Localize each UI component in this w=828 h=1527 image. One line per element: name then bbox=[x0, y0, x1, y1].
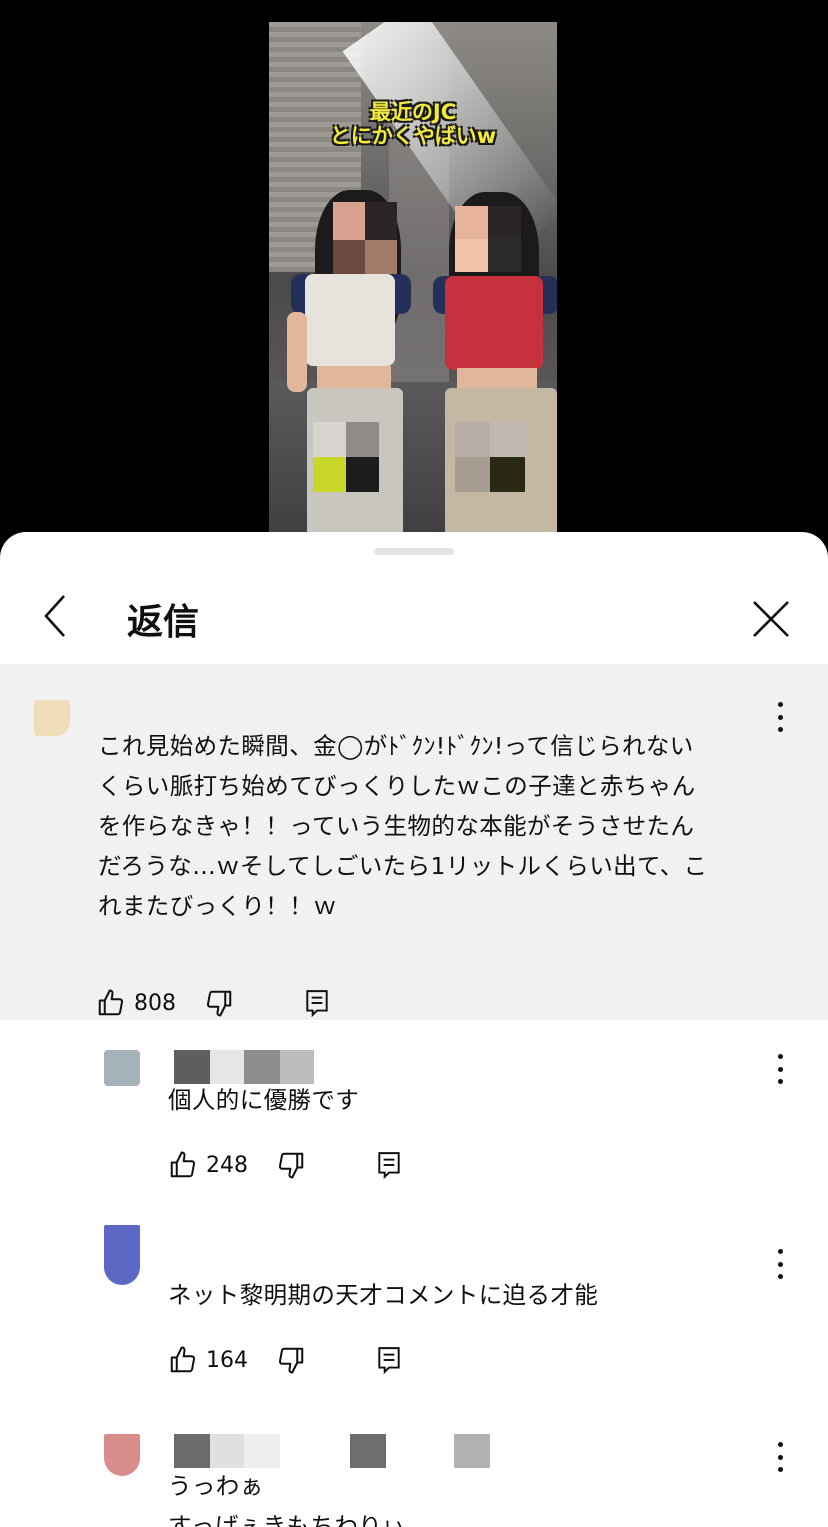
like-count: 808 bbox=[134, 990, 176, 1016]
reply-text-line: すっげぇきもちわりぃ bbox=[168, 1512, 407, 1527]
crotch-mosaic bbox=[313, 422, 379, 492]
reply-item: ネット黎明期の天才コメントに迫る才能 164 bbox=[0, 1215, 828, 1410]
video-frame[interactable]: 最近のJC とにかくやばいw bbox=[269, 22, 557, 560]
like-button[interactable]: 248 bbox=[168, 1150, 248, 1180]
thumbs-down-icon bbox=[278, 1347, 304, 1374]
video-player[interactable]: 最近のJC とにかくやばいw bbox=[0, 0, 828, 560]
comment-actions: 164 bbox=[168, 1343, 402, 1377]
avatar[interactable] bbox=[104, 1434, 140, 1476]
comment-line: だろうな…ｗそしてしごいたら1リットルくらい出て、こ bbox=[98, 852, 708, 880]
comment-actions: 808 bbox=[96, 986, 330, 1020]
back-button[interactable] bbox=[32, 592, 80, 640]
like-button[interactable]: 808 bbox=[96, 988, 176, 1018]
comment-text: これ見始めた瞬間、金◯がﾄﾞｸﾝ!ﾄﾞｸﾝ!って信じられない くらい脈打ち始めて… bbox=[98, 726, 708, 926]
comment-menu-button[interactable] bbox=[769, 1442, 791, 1472]
reply-text: うっわぁ すっげぇきもちわりぃ bbox=[168, 1466, 406, 1527]
thumbs-up-icon bbox=[170, 1346, 196, 1373]
thumbs-up-icon bbox=[170, 1151, 196, 1178]
reply-comment-icon bbox=[306, 990, 328, 1017]
like-button[interactable]: 164 bbox=[168, 1345, 248, 1375]
reply-button[interactable] bbox=[376, 1346, 402, 1374]
comment-line: れまたびっくり！！ｗ bbox=[98, 892, 337, 920]
face-mosaic bbox=[455, 206, 521, 272]
reply-item: 個人的に優勝です 248 bbox=[0, 1020, 828, 1215]
video-caption: 最近のJC とにかくやばいw bbox=[269, 100, 557, 148]
comment-line: くらい脈打ち始めてびっくりしたｗこの子達と赤ちゃん bbox=[98, 772, 696, 800]
parent-comment: これ見始めた瞬間、金◯がﾄﾞｸﾝ!ﾄﾞｸﾝ!って信じられない くらい脈打ち始めて… bbox=[0, 664, 828, 1020]
close-button[interactable] bbox=[744, 592, 798, 646]
reply-comment-icon bbox=[378, 1152, 400, 1179]
reply-button[interactable] bbox=[376, 1151, 402, 1179]
chevron-left-icon bbox=[44, 595, 65, 637]
video-person-left bbox=[283, 182, 413, 560]
sheet-header: 返信 bbox=[0, 566, 828, 665]
comment-menu-button[interactable] bbox=[769, 1249, 791, 1279]
thumbs-down-icon bbox=[278, 1152, 304, 1179]
thumbs-up-icon bbox=[98, 989, 124, 1016]
dislike-button[interactable] bbox=[276, 1345, 306, 1375]
dislike-button[interactable] bbox=[276, 1150, 306, 1180]
page-title: 返信 bbox=[127, 602, 200, 643]
close-icon bbox=[753, 601, 789, 637]
sheet-drag-handle[interactable] bbox=[374, 548, 454, 555]
reply-comment-icon bbox=[378, 1347, 400, 1374]
reply-text-line: うっわぁ bbox=[168, 1472, 264, 1500]
comment-menu-button[interactable] bbox=[769, 702, 791, 732]
comment-menu-button[interactable] bbox=[769, 1054, 791, 1084]
reply-button[interactable] bbox=[304, 989, 330, 1017]
thumbs-down-icon bbox=[206, 990, 232, 1017]
comment-actions: 248 bbox=[168, 1148, 402, 1182]
like-count: 248 bbox=[206, 1152, 248, 1178]
reply-item: うっわぁ すっげぇきもちわりぃ bbox=[0, 1410, 828, 1527]
avatar[interactable] bbox=[34, 700, 70, 736]
replies-sheet: 返信 これ見始めた瞬間、金◯がﾄﾞｸﾝ!ﾄﾞｸﾝ!って信じられない くらい脈打ち… bbox=[0, 532, 828, 1527]
username-redacted bbox=[174, 1050, 314, 1084]
reply-text: 個人的に優勝です bbox=[168, 1086, 360, 1114]
username-redacted bbox=[174, 1434, 490, 1468]
comment-line: を作らなきゃ！！っていう生物的な本能がそうさせたん bbox=[98, 812, 695, 840]
crotch-mosaic bbox=[455, 422, 525, 492]
video-person-right bbox=[429, 192, 557, 560]
video-caption-line1: 最近のJC bbox=[369, 100, 457, 124]
avatar[interactable] bbox=[104, 1050, 140, 1086]
face-mosaic bbox=[333, 202, 397, 278]
like-count: 164 bbox=[206, 1347, 248, 1373]
video-caption-line2: とにかくやばいw bbox=[329, 124, 497, 148]
avatar[interactable] bbox=[104, 1225, 140, 1285]
dislike-button[interactable] bbox=[204, 988, 234, 1018]
comment-line: これ見始めた瞬間、金◯がﾄﾞｸﾝ!ﾄﾞｸﾝ!って信じられない bbox=[98, 732, 694, 760]
reply-text: ネット黎明期の天才コメントに迫る才能 bbox=[168, 1281, 599, 1309]
